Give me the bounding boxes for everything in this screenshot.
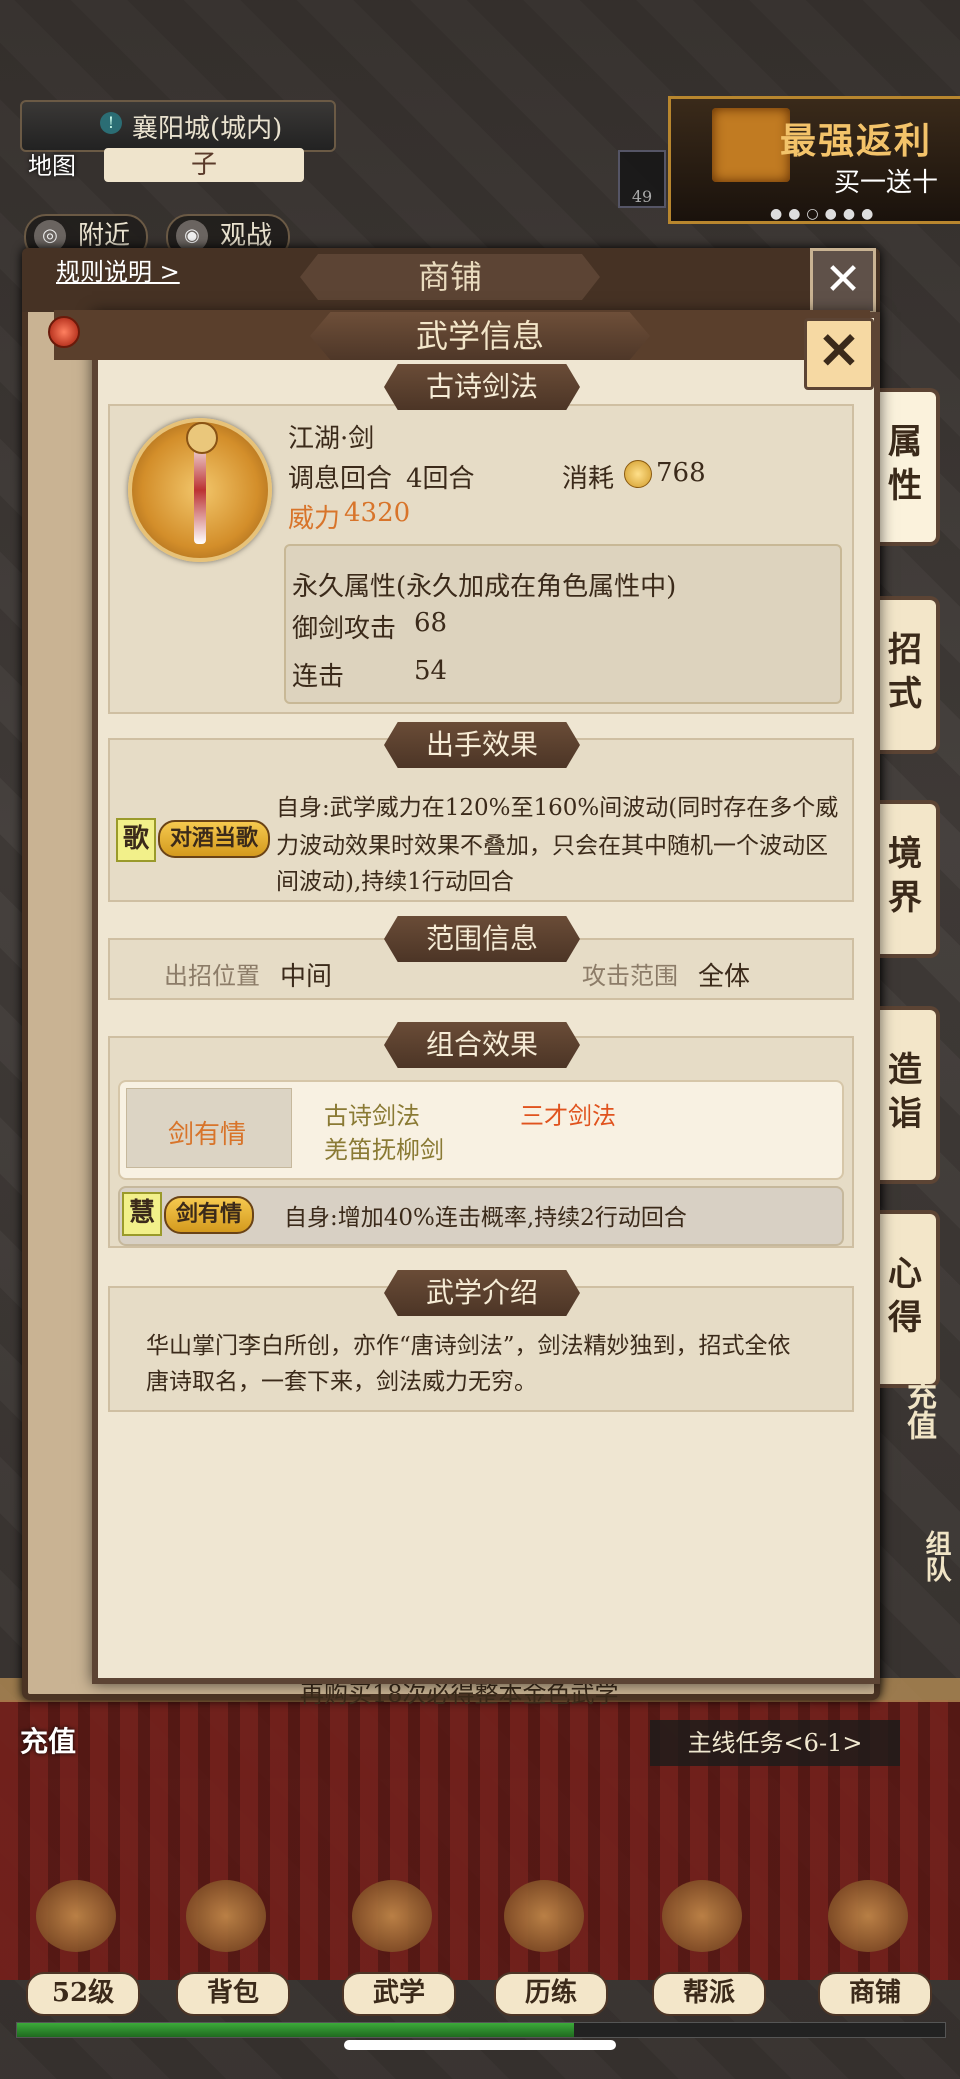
promo-treasure-icon xyxy=(712,108,790,182)
experience-bar-fill xyxy=(17,2023,574,2037)
position-label: 出招位置 xyxy=(164,962,260,990)
combo-card-name: 剑有情 xyxy=(168,1120,247,1150)
effect-desc-line: 间波动),持续1行动回合 xyxy=(276,869,514,895)
combo-effect-desc: 自身:增加40%连击概率,持续2行动回合 xyxy=(284,1205,687,1231)
shop-close-button[interactable]: ✕ xyxy=(810,248,876,314)
perm-attr-value: 68 xyxy=(414,608,448,638)
banner-icon xyxy=(662,1880,742,1952)
nav-label: 帮派 xyxy=(652,1972,766,2016)
perm-attr-label: 御剑攻击 xyxy=(292,614,397,644)
effect-name-badge[interactable]: 对酒当歌 xyxy=(158,820,271,858)
modal-title: 武学信息 xyxy=(310,312,650,360)
combo-skill: 古诗剑法 xyxy=(324,1102,420,1130)
power-value: 4320 xyxy=(344,498,411,528)
sword-emblem-icon xyxy=(128,418,272,562)
nav-level[interactable]: 52级 xyxy=(26,1880,140,2016)
attack-range-label: 攻击范围 xyxy=(582,962,678,990)
nav-training[interactable]: 历练 xyxy=(494,1880,608,2016)
power-label: 威力 xyxy=(288,504,341,534)
attack-range-value: 全体 xyxy=(698,962,751,992)
shop-title: 商铺 xyxy=(300,254,600,300)
notification-dot-icon xyxy=(48,316,80,348)
cooldown-value: 4回合 xyxy=(406,464,475,494)
hud-counter-value: 49 xyxy=(631,187,653,206)
intro-title: 武学介绍 xyxy=(384,1270,580,1316)
cost-label: 消耗 xyxy=(562,464,615,494)
range-title: 范围信息 xyxy=(384,916,580,962)
character-avatar-icon xyxy=(36,1880,116,1952)
intro-text-line: 唐诗取名，一套下来，剑法威力无穷。 xyxy=(146,1369,537,1395)
promo-title: 最强返利 xyxy=(780,120,933,162)
recharge-left-button[interactable]: 充值 xyxy=(20,1720,76,1760)
combo-type-badge: 慧 xyxy=(122,1192,162,1236)
modal-close-button[interactable]: ✕ xyxy=(804,318,874,390)
intro-text-line: 华山掌门李白所创，亦作“唐诗剑法”，剑法精妙独到，招式全依 xyxy=(146,1333,791,1359)
cost-value: 768 xyxy=(656,458,706,488)
promo-pager-dots: ●●○●●● xyxy=(770,206,880,222)
location-text: 襄阳城(城内) xyxy=(132,114,283,144)
shop-icon xyxy=(828,1880,908,1952)
map-sub-button[interactable]: 子 xyxy=(104,148,304,182)
nav-label: 52级 xyxy=(26,1972,140,2016)
permanent-title: 永久属性(永久加成在角色属性中) xyxy=(292,572,677,602)
watch-label: 观战 xyxy=(220,221,273,251)
combo-skill: 三才剑法 xyxy=(520,1102,616,1130)
skill-name: 古诗剑法 xyxy=(384,364,580,410)
home-indicator[interactable] xyxy=(344,2040,616,2050)
combo-title: 组合效果 xyxy=(384,1022,580,1068)
nav-martial[interactable]: 武学 xyxy=(342,1880,456,2016)
position-value: 中间 xyxy=(280,962,333,992)
cooldown-label: 调息回合 xyxy=(288,464,393,494)
nav-guild[interactable]: 帮派 xyxy=(652,1880,766,2016)
main-quest-button[interactable]: 主线任务<6-1> xyxy=(650,1720,900,1766)
combo-skill: 羌笛抚柳剑 xyxy=(324,1136,444,1164)
drum-icon xyxy=(504,1880,584,1952)
coin-icon xyxy=(624,460,652,488)
perm-attr-label: 连击 xyxy=(292,662,345,692)
close-icon: ✕ xyxy=(824,254,862,305)
nav-shop[interactable]: 商铺 xyxy=(818,1880,932,2016)
side-recharge[interactable]: 充值 xyxy=(896,1380,940,1440)
promo-subtitle: 买一送十 xyxy=(834,168,939,198)
nav-label: 背包 xyxy=(176,1972,290,2016)
nav-label: 武学 xyxy=(342,1972,456,2016)
rules-link[interactable]: 规则说明 > xyxy=(56,252,180,287)
location-pin-icon: ! xyxy=(100,112,122,134)
nav-bag[interactable]: 背包 xyxy=(176,1880,290,2016)
effect-desc-line: 力波动效果时效果不叠加，只会在其中随机一个波动区 xyxy=(276,833,828,859)
effect-type-badge: 歌 xyxy=(116,818,156,862)
side-team[interactable]: 组队 xyxy=(918,1530,955,1582)
experience-bar xyxy=(16,2022,946,2038)
perm-attr-value: 54 xyxy=(414,656,448,686)
close-icon: ✕ xyxy=(818,321,860,380)
hud-counter[interactable]: 49 xyxy=(618,150,666,208)
effect-title: 出手效果 xyxy=(384,722,580,768)
map-label[interactable]: 地图 xyxy=(28,146,76,181)
effect-desc-line: 自身:武学威力在120%至160%间波动(同时存在多个威 xyxy=(276,795,839,821)
nearby-label: 附近 xyxy=(78,221,131,251)
bag-icon xyxy=(186,1880,266,1952)
skill-category: 江湖·剑 xyxy=(288,424,375,454)
scroll-icon xyxy=(352,1880,432,1952)
nav-label: 商铺 xyxy=(818,1972,932,2016)
combo-name-badge[interactable]: 剑有情 xyxy=(164,1196,255,1234)
nav-label: 历练 xyxy=(494,1972,608,2016)
